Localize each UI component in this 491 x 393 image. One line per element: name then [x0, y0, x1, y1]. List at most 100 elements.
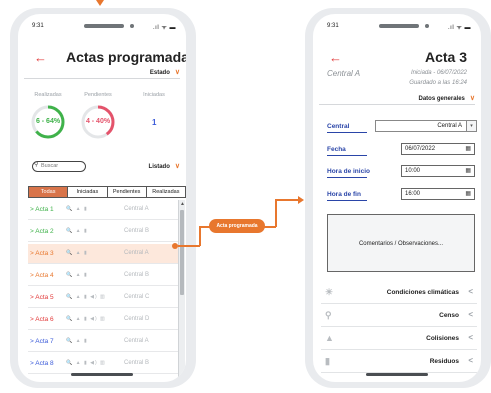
- table-row[interactable]: > Acta 4 🔍 ▲ ▮ Central B: [28, 266, 178, 286]
- section-censo[interactable]: ⚲ Censo <: [321, 305, 477, 327]
- section-label: Condiciones climáticas: [386, 289, 459, 296]
- hora-inicio-input[interactable]: 10:00 ▦: [401, 165, 475, 177]
- hora-fin-input[interactable]: 16:00 ▦: [401, 188, 475, 200]
- acta-name: > Acta 4: [30, 272, 54, 279]
- acta-status-icons: 🔍 ▲ ▮: [66, 206, 88, 212]
- scroll-up-icon[interactable]: ▲: [180, 201, 185, 207]
- tab-iniciadas[interactable]: Iniciadas: [68, 187, 108, 197]
- scroll-down-icon[interactable]: ▼: [180, 373, 185, 379]
- status-bar: 9:31 .ıl ᯤ ▬: [327, 22, 471, 32]
- top-marker-icon: [96, 0, 104, 6]
- iniciada-date: Iniciada - 06/07/2022: [410, 70, 467, 76]
- hora-inicio-value: 10:00: [405, 168, 421, 174]
- warning-triangle-icon: ▲: [325, 333, 334, 343]
- central-select-value: Central A: [437, 123, 462, 129]
- tab-todas[interactable]: Todas: [29, 187, 69, 197]
- calendar-icon[interactable]: ▦: [465, 166, 471, 176]
- tab-realizadas[interactable]: Realizadas: [146, 187, 185, 197]
- label-underline: [327, 177, 367, 178]
- tab-pendientes[interactable]: Pendientes: [107, 187, 147, 197]
- back-arrow-icon[interactable]: ←: [329, 51, 342, 64]
- canvas: 9:31 .ıl ᯤ ▬ ← Actas programadas Estado ∨…: [0, 0, 491, 393]
- acta-name: > Acta 1: [30, 206, 54, 213]
- central-subtitle: Central A: [327, 69, 361, 78]
- search-icon: ⚲: [325, 310, 332, 320]
- table-row[interactable]: > Acta 8 🔍 ▲ ▮ ◀) ▥ Central B: [28, 354, 178, 374]
- acta-status-icons: 🔍 ▲ ▮: [66, 250, 88, 256]
- status-time: 9:31: [327, 23, 339, 29]
- connector-line: [178, 245, 200, 247]
- datos-generales-dropdown[interactable]: Datos generales ∨: [419, 94, 475, 102]
- sun-icon: ☀: [325, 287, 334, 297]
- chevron-left-icon: <: [468, 310, 473, 319]
- phone-left: 9:31 .ıl ᯤ ▬ ← Actas programadas Estado ∨…: [10, 8, 196, 388]
- chevron-left-icon: <: [468, 333, 473, 342]
- status-time: 9:31: [32, 23, 44, 29]
- acta-title: Acta 3: [424, 49, 467, 65]
- acta-name: > Acta 7: [30, 338, 54, 345]
- table-row[interactable]: > Acta 7 🔍 ▲ ▮ Central A: [28, 332, 178, 352]
- scrollbar-thumb[interactable]: [180, 210, 184, 295]
- acta-status-icons: 🔍 ▲ ▮ ◀) ▥: [66, 316, 106, 322]
- hora-fin-label: Hora de fin: [327, 191, 361, 198]
- label-underline: [327, 132, 367, 133]
- home-indicator: [71, 373, 133, 376]
- acta-name: > Acta 2: [30, 228, 54, 235]
- label-underline: [327, 200, 367, 201]
- chevron-down-icon: ∨: [174, 163, 180, 170]
- comments-textarea[interactable]: Comentarios / Observaciones...: [327, 214, 475, 272]
- table-row[interactable]: > Acta 6 🔍 ▲ ▮ ◀) ▥ Central D: [28, 310, 178, 330]
- page-title: Actas programadas: [66, 49, 186, 65]
- trash-icon: ▮: [325, 356, 330, 366]
- estado-label: Estado: [149, 70, 170, 76]
- acta-central: Central A: [124, 250, 149, 256]
- stat-header-realizadas: Realizadas: [34, 92, 62, 98]
- estado-dropdown[interactable]: Estado ∨: [150, 68, 180, 76]
- table-row[interactable]: > Acta 1 🔍 ▲ ▮ Central A: [28, 200, 178, 220]
- datos-generales-label: Datos generales: [418, 96, 465, 102]
- fecha-input[interactable]: 06/07/2022 ▦: [401, 143, 475, 155]
- calendar-icon[interactable]: ▦: [465, 189, 471, 199]
- scrollbar[interactable]: ▲ ▼: [178, 200, 185, 380]
- acta-status-icons: 🔍 ▲ ▮: [66, 228, 88, 234]
- screen-actas-programadas: 9:31 .ıl ᯤ ▬ ← Actas programadas Estado ∨…: [18, 14, 186, 382]
- divider: [319, 104, 475, 105]
- table-row[interactable]: > Acta 2 🔍 ▲ ▮ Central B: [28, 222, 178, 242]
- section-residuos[interactable]: ▮ Residuos <: [321, 351, 477, 373]
- label-underline: [327, 155, 367, 156]
- acta-central: Central A: [124, 338, 149, 344]
- listado-label: Listado: [148, 164, 170, 170]
- section-colisiones[interactable]: ▲ Colisiones <: [321, 328, 477, 350]
- chevron-down-icon: ∨: [174, 69, 180, 76]
- acta-central: Central B: [124, 272, 150, 278]
- hora-fin-value: 16:00: [405, 191, 421, 197]
- back-arrow-icon[interactable]: ←: [34, 51, 47, 64]
- signal-wifi-battery-icon: .ıl ᯤ ▬: [153, 25, 176, 31]
- connector-label: Acta programada: [209, 219, 265, 233]
- acta-name: > Acta 6: [30, 316, 54, 323]
- iniciadas-count: 1: [152, 118, 157, 127]
- search-placeholder: Buscar: [41, 163, 59, 169]
- acta-status-icons: 🔍 ▲ ▮: [66, 272, 88, 278]
- section-label: Colisiones: [426, 335, 459, 342]
- phone-right: 9:31 .ıl ᯤ ▬ ← Acta 3 Central A Iniciada…: [305, 8, 491, 388]
- screen-acta-detail: 9:31 .ıl ᯤ ▬ ← Acta 3 Central A Iniciada…: [313, 14, 481, 382]
- connector-line: [275, 199, 299, 201]
- table-row[interactable]: > Acta 5 🔍 ▲ ▮ ◀) ▥ Central C: [28, 288, 178, 308]
- acta-name: > Acta 3: [30, 250, 54, 257]
- acta-central: Central B: [124, 360, 150, 366]
- home-indicator: [366, 373, 428, 376]
- stat-header-iniciadas: Iniciadas: [143, 92, 165, 98]
- saved-time: Guardado a las 16:24: [409, 80, 467, 86]
- section-condiciones-climaticas[interactable]: ☀ Condiciones climáticas <: [321, 282, 477, 304]
- central-select[interactable]: Central A ▾: [375, 120, 477, 132]
- acta-status-icons: 🔍 ▲ ▮: [66, 338, 88, 344]
- chevron-left-icon: <: [468, 356, 473, 365]
- calendar-icon[interactable]: ▦: [465, 144, 471, 154]
- speaker-notch: [379, 24, 419, 28]
- hora-inicio-label: Hora de inicio: [327, 168, 370, 175]
- search-input[interactable]: ⚲ Buscar: [32, 161, 86, 172]
- listado-dropdown[interactable]: Listado ∨: [149, 162, 180, 170]
- table-row[interactable]: > Acta 3 🔍 ▲ ▮ Central A: [28, 244, 178, 264]
- chevron-down-icon: ∨: [469, 95, 475, 102]
